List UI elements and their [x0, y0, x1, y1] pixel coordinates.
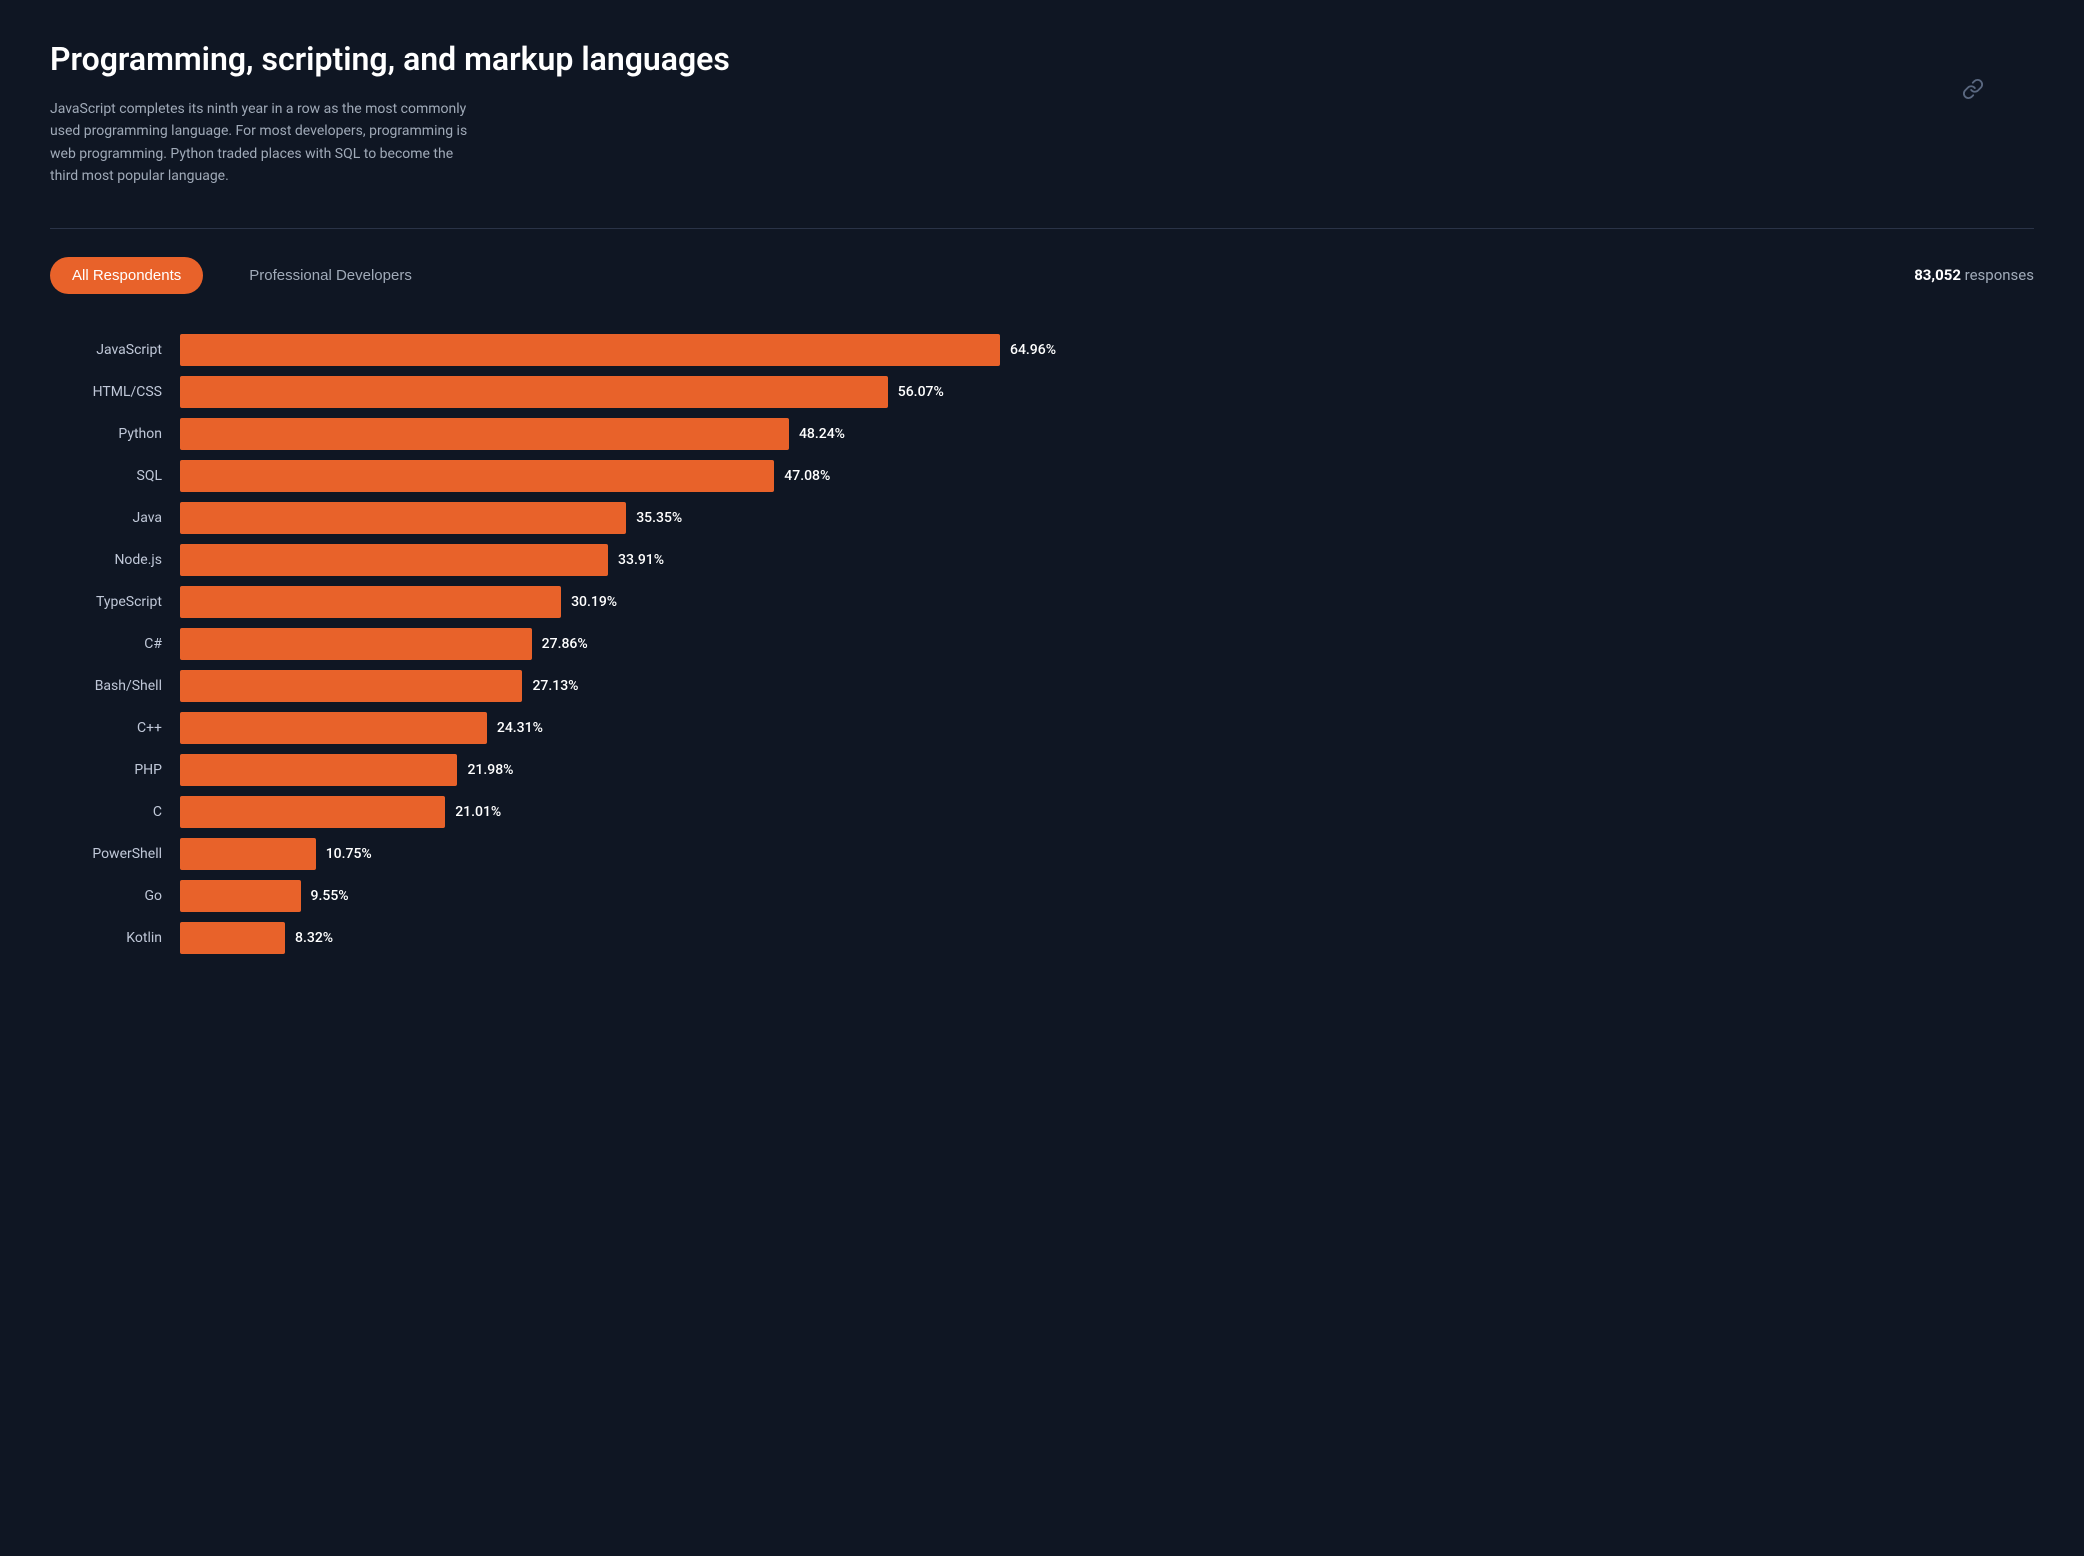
- bar-track: 21.01%: [180, 796, 2034, 828]
- bar-fill: [180, 880, 301, 912]
- bar-row: SQL 47.08%: [50, 460, 2034, 492]
- bar-fill: [180, 502, 626, 534]
- bar-fill: [180, 922, 285, 954]
- bar-chart: JavaScript 64.96% HTML/CSS 56.07% Python 48.2…: [50, 334, 2034, 964]
- bar-row: PowerShell 10.75%: [50, 838, 2034, 870]
- bar-label: Bash/Shell: [50, 678, 180, 694]
- bar-fill: [180, 376, 888, 408]
- responses-suffix: responses: [1961, 266, 2034, 284]
- section-divider: [50, 228, 2034, 229]
- bar-track: 35.35%: [180, 502, 2034, 534]
- filter-tabs: All Respondents Professional Developers: [50, 257, 434, 294]
- page-title: Programming, scripting, and markup langu…: [50, 40, 2034, 78]
- bar-label: Java: [50, 510, 180, 526]
- bar-label: PHP: [50, 762, 180, 778]
- bar-track: 21.98%: [180, 754, 2034, 786]
- bar-row: C 21.01%: [50, 796, 2034, 828]
- bar-row: C# 27.86%: [50, 628, 2034, 660]
- bar-track: 10.75%: [180, 838, 2034, 870]
- bar-pct-label: 47.08%: [784, 468, 830, 484]
- bar-pct-label: 10.75%: [326, 846, 372, 862]
- bar-pct-label: 27.86%: [542, 636, 588, 652]
- bar-label: TypeScript: [50, 594, 180, 610]
- bar-row: Python 48.24%: [50, 418, 2034, 450]
- bar-row: Bash/Shell 27.13%: [50, 670, 2034, 702]
- bar-track: 27.86%: [180, 628, 2034, 660]
- bar-label: PowerShell: [50, 846, 180, 862]
- bar-fill: [180, 796, 445, 828]
- bar-label: SQL: [50, 468, 180, 484]
- responses-count: 83,052: [1914, 266, 1961, 284]
- bar-pct-label: 21.01%: [455, 804, 501, 820]
- bar-fill: [180, 670, 522, 702]
- bar-row: Node.js 33.91%: [50, 544, 2034, 576]
- bar-pct-label: 21.98%: [467, 762, 513, 778]
- bar-pct-label: 24.31%: [497, 720, 543, 736]
- bar-fill: [180, 334, 1000, 366]
- bar-label: Go: [50, 888, 180, 904]
- bar-row: Go 9.55%: [50, 880, 2034, 912]
- bar-pct-label: 35.35%: [636, 510, 682, 526]
- bar-fill: [180, 586, 561, 618]
- bar-row: Java 35.35%: [50, 502, 2034, 534]
- bar-pct-label: 9.55%: [311, 888, 349, 904]
- bar-pct-label: 56.07%: [898, 384, 944, 400]
- bar-track: 9.55%: [180, 880, 2034, 912]
- bar-label: HTML/CSS: [50, 384, 180, 400]
- bar-label: Kotlin: [50, 930, 180, 946]
- bar-pct-label: 33.91%: [618, 552, 664, 568]
- bar-row: JavaScript 64.96%: [50, 334, 2034, 366]
- bar-fill: [180, 754, 457, 786]
- bar-track: 33.91%: [180, 544, 2034, 576]
- bar-track: 56.07%: [180, 376, 2034, 408]
- bar-track: 8.32%: [180, 922, 2034, 954]
- bar-label: JavaScript: [50, 342, 180, 358]
- bar-track: 47.08%: [180, 460, 2034, 492]
- tab-all-respondents[interactable]: All Respondents: [50, 257, 203, 294]
- bar-row: C++ 24.31%: [50, 712, 2034, 744]
- bar-fill: [180, 460, 774, 492]
- link-icon[interactable]: [1962, 78, 1984, 105]
- bar-track: 24.31%: [180, 712, 2034, 744]
- page-description: JavaScript completes its ninth year in a…: [50, 98, 480, 188]
- bar-row: PHP 21.98%: [50, 754, 2034, 786]
- bar-fill: [180, 418, 789, 450]
- bar-track: 27.13%: [180, 670, 2034, 702]
- bar-row: Kotlin 8.32%: [50, 922, 2034, 954]
- bar-row: HTML/CSS 56.07%: [50, 376, 2034, 408]
- bar-label: C#: [50, 636, 180, 652]
- bar-track: 30.19%: [180, 586, 2034, 618]
- bar-pct-label: 48.24%: [799, 426, 845, 442]
- bar-track: 48.24%: [180, 418, 2034, 450]
- bar-fill: [180, 712, 487, 744]
- bar-fill: [180, 544, 608, 576]
- bar-label: Python: [50, 426, 180, 442]
- bar-label: C: [50, 804, 180, 820]
- tab-professional-developers[interactable]: Professional Developers: [227, 257, 434, 294]
- bar-fill: [180, 628, 532, 660]
- bar-pct-label: 8.32%: [295, 930, 333, 946]
- responses-label: 83,052 responses: [1914, 266, 2034, 284]
- bar-fill: [180, 838, 316, 870]
- bar-row: TypeScript 30.19%: [50, 586, 2034, 618]
- bar-pct-label: 27.13%: [532, 678, 578, 694]
- bar-label: C++: [50, 720, 180, 736]
- bar-track: 64.96%: [180, 334, 2034, 366]
- filter-row: All Respondents Professional Developers …: [50, 257, 2034, 294]
- bar-label: Node.js: [50, 552, 180, 568]
- bar-pct-label: 64.96%: [1010, 342, 1056, 358]
- bar-pct-label: 30.19%: [571, 594, 617, 610]
